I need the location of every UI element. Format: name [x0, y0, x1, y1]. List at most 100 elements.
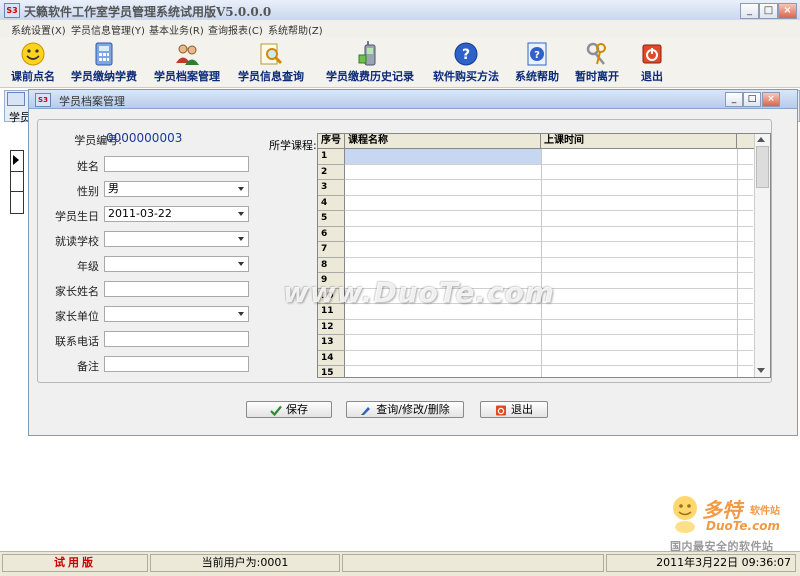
chevron-down-icon	[238, 262, 244, 266]
grid-cell-class-time[interactable]	[542, 211, 737, 226]
maximize-button[interactable]: □	[759, 3, 778, 19]
grid-cell-class-time[interactable]	[542, 304, 737, 319]
parent-name-input[interactable]	[104, 281, 249, 297]
grid-cell-class-time[interactable]	[542, 149, 737, 164]
gender-label: 性别	[77, 185, 99, 198]
toolbar-system-help-button[interactable]: ? 系统帮助	[508, 37, 566, 87]
note-input[interactable]	[104, 356, 249, 372]
minimize-button[interactable]: _	[740, 3, 759, 19]
exit-icon	[642, 44, 662, 64]
query-edit-delete-label: 查询/修改/删除	[376, 403, 450, 416]
grade-label: 年级	[77, 260, 99, 273]
toolbar-purchase-button[interactable]: ? 软件购买方法	[428, 37, 504, 87]
search-doc-icon	[260, 43, 283, 65]
dialog-close-button[interactable]: ×	[762, 92, 780, 107]
chevron-down-icon	[238, 187, 244, 191]
grid-cell-class-time[interactable]	[542, 320, 737, 335]
school-select[interactable]	[104, 231, 249, 247]
users-icon	[176, 44, 199, 65]
courses-grid[interactable]: 序号 课程名称 上课时间 1 2 3 4 5 6 7 8 9 10 11 12 13 14 15	[317, 133, 771, 378]
checkmark-icon	[270, 405, 282, 416]
toolbar-roll-call-button[interactable]: 课前点名	[4, 37, 62, 87]
grid-cell-class-time[interactable]	[542, 227, 737, 242]
main-title-bar: S3 天籁软件工作室学员管理系统试用版V5.0.0.0 _ □ ×	[0, 0, 800, 21]
background-window-icon	[7, 92, 25, 106]
name-label: 姓名	[77, 160, 99, 173]
menu-basic-business[interactable]: 基本业务(R)	[149, 22, 204, 37]
grid-cell-class-time[interactable]	[542, 351, 737, 366]
dialog-title: 学员档案管理	[59, 95, 125, 108]
current-user: 当前用户为:0001	[150, 554, 340, 572]
grid-cell-class-time[interactable]	[542, 366, 737, 377]
grid-cell-class-time[interactable]	[542, 242, 737, 257]
grid-cell-class-time[interactable]	[542, 335, 737, 350]
grid-cell-course-name[interactable]	[345, 320, 541, 335]
save-button[interactable]: 保存	[246, 401, 332, 418]
help-icon: ?	[454, 42, 478, 66]
phone-label: 联系电话	[55, 335, 99, 348]
grid-cell-course-name[interactable]	[345, 258, 541, 273]
grid-row-number: 7	[318, 242, 345, 258]
scroll-down-icon[interactable]	[757, 368, 765, 373]
toolbar-payment-history-button[interactable]: 学员缴费历史记录	[318, 37, 422, 87]
grid-cell-course-name[interactable]	[345, 165, 541, 180]
dialog-minimize-button[interactable]: _	[725, 92, 743, 107]
mascot-icon	[673, 496, 697, 533]
menu-student-info[interactable]: 学员信息管理(Y)	[71, 22, 145, 37]
scroll-thumb[interactable]	[756, 146, 769, 188]
grade-select[interactable]	[104, 256, 249, 272]
grid-cell-course-name[interactable]	[345, 351, 541, 366]
grid-cell-course-name[interactable]	[345, 180, 541, 195]
school-label: 就读学校	[55, 235, 99, 248]
grid-cell-class-time[interactable]	[542, 165, 737, 180]
parent-name-label: 家长姓名	[55, 285, 99, 298]
grid-header-class-time: 上课时间	[541, 134, 737, 149]
student-archive-dialog: S3 学员档案管理 _ □ × 学员编号: 0000000003 姓名 性别 男…	[28, 89, 798, 436]
grid-row-number: 1	[318, 149, 345, 165]
grid-column-divider	[737, 149, 738, 377]
grid-cell-course-name[interactable]	[345, 242, 541, 257]
grid-cell-class-time[interactable]	[542, 196, 737, 211]
toolbar-student-archive-button[interactable]: 学员档案管理	[148, 37, 226, 87]
scroll-up-icon[interactable]	[757, 137, 765, 142]
dialog-maximize-button[interactable]: □	[743, 92, 761, 107]
chevron-down-icon	[238, 237, 244, 241]
toolbar-exit-button[interactable]: 退出	[630, 37, 674, 87]
query-edit-delete-button[interactable]: 查询/修改/删除	[346, 401, 464, 418]
gender-select-value: 男	[108, 182, 119, 195]
gender-select[interactable]: 男	[104, 181, 249, 197]
close-button[interactable]: ×	[778, 3, 797, 19]
courses-label: 所学课程:	[269, 139, 317, 152]
name-input[interactable]	[104, 156, 249, 172]
dialog-app-icon: S3	[35, 93, 51, 107]
grid-row-number: 15	[318, 366, 345, 377]
grid-cell-course-name[interactable]	[345, 149, 541, 164]
grid-cell-course-name[interactable]	[345, 211, 541, 226]
chevron-down-icon	[238, 212, 244, 216]
grid-cell-class-time[interactable]	[542, 258, 737, 273]
menu-help[interactable]: 系统帮助(Z)	[268, 22, 323, 37]
grid-cell-course-name[interactable]	[345, 335, 541, 350]
birthday-picker[interactable]: 2011-03-22	[104, 206, 249, 222]
grid-row-number: 13	[318, 335, 345, 351]
grid-row-number: 6	[318, 226, 345, 242]
grid-cell-class-time[interactable]	[542, 289, 737, 304]
toolbar-away-button[interactable]: 暂时离开	[568, 37, 626, 87]
note-label: 备注	[77, 360, 99, 373]
phone-input[interactable]	[104, 331, 249, 347]
grid-cell-course-name[interactable]	[345, 227, 541, 242]
menu-system-settings[interactable]: 系统设置(X)	[11, 22, 66, 37]
menu-reports[interactable]: 查询报表(C)	[208, 22, 263, 37]
grid-cell-class-time[interactable]	[542, 273, 737, 288]
parent-work-select[interactable]	[104, 306, 249, 322]
dialog-exit-button[interactable]: 退出	[480, 401, 548, 418]
toolbar-student-query-button[interactable]: 学员信息查询	[232, 37, 310, 87]
grid-column-divider	[541, 149, 542, 377]
grid-cell-course-name[interactable]	[345, 366, 541, 377]
grid-cell-class-time[interactable]	[542, 180, 737, 195]
grid-header-index: 序号	[318, 134, 345, 149]
svg-text:?: ?	[462, 47, 470, 63]
grid-cell-course-name[interactable]	[345, 196, 541, 211]
grid-vertical-scrollbar[interactable]	[754, 134, 770, 377]
toolbar-pay-fee-button[interactable]: 学员缴纳学费	[66, 37, 142, 87]
